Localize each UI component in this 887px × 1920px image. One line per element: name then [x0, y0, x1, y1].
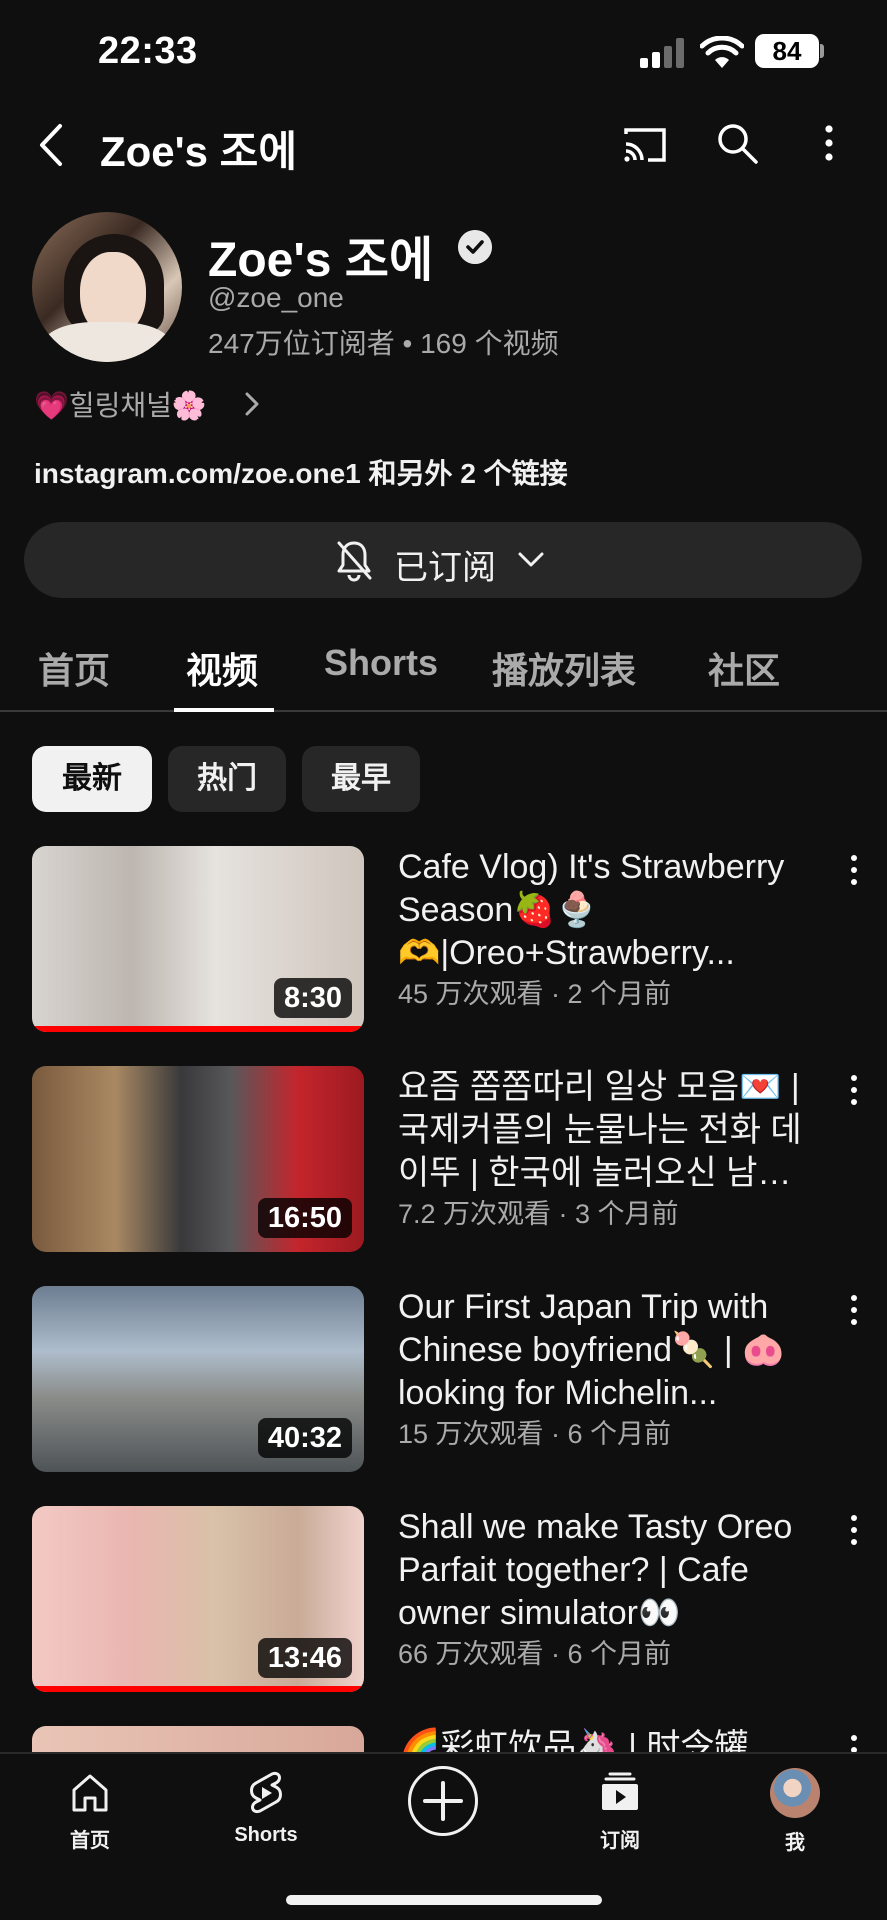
tab-playlists[interactable]: 播放列表 [492, 642, 636, 694]
video-duration: 13:46 [257, 1638, 352, 1678]
video-item[interactable]: 16:50 요즘 쫌쫌따리 일상 모음💌 | 국제커플의 눈물나는 전화 데이뚜… [0, 1066, 887, 1266]
video-thumbnail[interactable]: 40:32 [32, 1286, 364, 1472]
video-meta: 7.2 万次观看 · 3 个月前 [398, 1199, 679, 1229]
status-bar: 22:33 84 [0, 0, 887, 100]
channel-stats: 247万位订阅者 • 169 个视频 [208, 328, 559, 359]
chevron-down-icon [518, 552, 544, 567]
video-thumbnail[interactable]: 8:30 [32, 846, 364, 1032]
video-title[interactable]: Our First Japan Trip with Chinese boyfri… [398, 1286, 828, 1415]
tab-home[interactable]: 首页 [38, 642, 110, 694]
bell-off-icon [337, 541, 372, 582]
battery-tip [820, 44, 824, 58]
video-duration: 40:32 [257, 1418, 352, 1458]
tab-community[interactable]: 社区 [708, 642, 780, 694]
nav-shorts[interactable]: Shorts [196, 1768, 336, 1847]
tab-videos[interactable]: 视频 [186, 642, 258, 694]
chip-popular[interactable]: 热门 [168, 746, 286, 812]
channel-avatar[interactable] [32, 212, 182, 362]
nav-you-label: 我 [785, 1832, 805, 1854]
home-indicator [286, 1895, 602, 1905]
watch-progress-bar [32, 1686, 364, 1692]
more-vert-icon[interactable] [812, 120, 846, 166]
app-bar: Zoe's 조에 [0, 100, 887, 190]
signal-icon [640, 38, 688, 68]
nav-subscriptions[interactable]: 订阅 [550, 1768, 690, 1853]
more-vert-icon[interactable] [842, 1290, 866, 1330]
video-title[interactable]: 요즘 쫌쫌따리 일상 모음💌 | 국제커플의 눈물나는 전화 데이뚜 | 한국에… [398, 1066, 828, 1195]
status-time: 22:33 [98, 30, 198, 72]
video-title[interactable]: Shall we make Tasty Oreo Parfait togethe… [398, 1506, 828, 1635]
more-vert-icon[interactable] [842, 850, 866, 890]
channel-tabs: 首页 视频 Shorts 播放列表 社区 [0, 630, 887, 712]
create-icon [423, 1781, 463, 1821]
chip-latest[interactable]: 最新 [32, 746, 152, 812]
search-icon[interactable] [714, 120, 760, 166]
video-duration: 16:50 [257, 1198, 352, 1238]
back-icon[interactable] [32, 120, 72, 170]
home-icon [72, 1774, 108, 1812]
cast-icon[interactable] [622, 122, 668, 168]
shorts-icon [250, 1771, 282, 1814]
nav-shorts-label: Shorts [234, 1824, 298, 1846]
create-button[interactable] [408, 1766, 478, 1836]
video-meta: 45 万次观看 · 2 个月前 [398, 979, 672, 1009]
channel-description[interactable]: 💗힐링채널🌸 [34, 384, 207, 424]
video-duration: 8:30 [273, 978, 352, 1018]
nav-subscriptions-label: 订阅 [600, 1830, 640, 1852]
chip-oldest[interactable]: 最早 [302, 746, 420, 812]
video-item[interactable]: 8:30 Cafe Vlog) It's Strawberry Season🍓🍨… [0, 846, 887, 1046]
video-item[interactable]: 40:32 Our First Japan Trip with Chinese … [0, 1286, 887, 1486]
video-meta: 66 万次观看 · 6 个月前 [398, 1639, 672, 1669]
video-thumbnail[interactable]: 13:46 [32, 1506, 364, 1692]
video-title[interactable]: Cafe Vlog) It's Strawberry Season🍓🍨🫶|Ore… [398, 846, 828, 975]
watch-progress-bar [32, 1026, 364, 1032]
wifi-icon [700, 36, 744, 68]
channel-name: Zoe's 조에 [208, 234, 434, 287]
tab-shorts[interactable]: Shorts [324, 642, 438, 684]
more-vert-icon[interactable] [842, 1070, 866, 1110]
battery-indicator: 84 [755, 34, 819, 68]
chevron-right-icon[interactable] [240, 388, 264, 420]
subscribed-label: 已订阅 [394, 549, 496, 587]
channel-handle: @zoe_one [208, 282, 344, 313]
app-bar-title: Zoe's 조에 [100, 128, 297, 175]
nav-home-label: 首页 [70, 1830, 110, 1852]
nav-you[interactable]: 我 [725, 1768, 865, 1855]
verified-icon [458, 230, 492, 264]
more-vert-icon[interactable] [842, 1510, 866, 1550]
video-meta: 15 万次观看 · 6 个月前 [398, 1419, 672, 1449]
channel-links[interactable]: instagram.com/zoe.one1 和另外 2 个链接 [34, 452, 568, 492]
video-item[interactable]: 13:46 Shall we make Tasty Oreo Parfait t… [0, 1506, 887, 1706]
subscriptions-icon [602, 1772, 638, 1810]
nav-home[interactable]: 首页 [20, 1768, 160, 1853]
tab-active-indicator [174, 708, 274, 712]
avatar [770, 1768, 820, 1818]
video-thumbnail[interactable]: 16:50 [32, 1066, 364, 1252]
